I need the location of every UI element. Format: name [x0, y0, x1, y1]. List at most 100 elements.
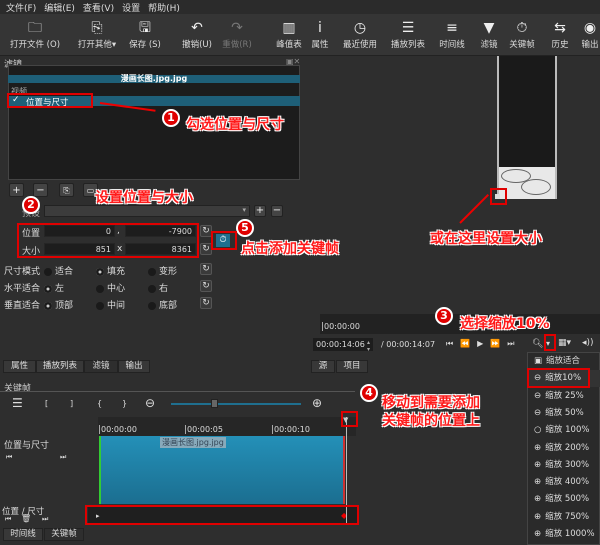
toolbar-button-2[interactable]: 🖫 保存 (S): [129, 18, 161, 50]
zoom-menu-item[interactable]: ⊕ 缩放 400%: [528, 474, 600, 491]
zoom-item-icon: ⊕: [534, 442, 542, 453]
delete-preset-button[interactable]: −: [271, 205, 283, 217]
skip-start-icon[interactable]: ⏮: [446, 339, 460, 348]
zoom-item-icon: ⊖: [534, 390, 542, 401]
trim-out-button[interactable]: ]: [70, 399, 73, 408]
remove-filter-button[interactable]: −: [33, 183, 48, 197]
tab-timeline[interactable]: 时间线: [3, 528, 43, 541]
tab-export[interactable]: 输出: [118, 360, 150, 373]
h_fit-label: 水平适合: [4, 284, 41, 294]
peak-meter-icon: ▥: [282, 20, 296, 36]
radio-icon[interactable]: [44, 267, 52, 276]
toolbar-button-11[interactable]: ⏱ 关键帧: [509, 18, 535, 50]
zoom-menu-item[interactable]: ⊖ 缩放 50%: [528, 405, 600, 422]
rewind-icon[interactable]: ⏪: [460, 339, 477, 348]
tab-project[interactable]: 项目: [336, 360, 368, 373]
param-next-icon[interactable]: ⏭: [42, 515, 48, 524]
toolbar-button-7[interactable]: ◷ 最近使用: [343, 18, 377, 50]
v_fit-radio-2[interactable]: 底部: [148, 298, 177, 311]
zoom-menu-item[interactable]: ⊕ 缩放 750%: [528, 509, 600, 526]
menu-icon[interactable]: ☰: [12, 396, 23, 410]
trim-in-button[interactable]: [: [45, 399, 48, 408]
reset-h_fit-icon[interactable]: ↻: [200, 280, 212, 292]
menu-settings[interactable]: 设置: [122, 1, 140, 14]
toolbar-button-0[interactable]: 🗀 打开文件 (O): [10, 18, 60, 50]
reset-v_fit-icon[interactable]: ↻: [200, 297, 212, 309]
add-filter-button[interactable]: +: [9, 183, 24, 197]
toolbar-label: 重做(R): [222, 40, 252, 50]
zoom-out-icon[interactable]: ⊖: [145, 396, 155, 410]
size_mode-radio-2[interactable]: 变形: [148, 264, 177, 277]
toolbar-label: 打开其他▾: [77, 40, 117, 50]
current-time-input[interactable]: 00:00:14:06: [313, 338, 373, 351]
size_mode-radio-0[interactable]: 适合: [44, 264, 73, 277]
zoom-slider[interactable]: [171, 403, 301, 405]
anim-out-button[interactable]: }: [122, 399, 127, 408]
toolbar-button-9[interactable]: ≡ 时间线: [439, 18, 465, 50]
skip-end-icon[interactable]: ⏭: [507, 339, 521, 348]
tab-playlist[interactable]: 播放列表: [36, 360, 84, 373]
toolbar-button-8[interactable]: ☰ 播放列表: [391, 18, 425, 50]
radio-icon[interactable]: [44, 301, 52, 310]
toolbar-button-6[interactable]: i 属性: [311, 18, 328, 50]
toolbar-button-10[interactable]: ▼ 滤镜: [480, 18, 497, 50]
zoom-menu-item[interactable]: ⊕ 缩放 200%: [528, 440, 600, 457]
tab-filters[interactable]: 滤镜: [84, 360, 118, 373]
v_fit-radio-1[interactable]: 中间: [96, 298, 125, 311]
ruler-tick-0: 00:00:00: [99, 425, 137, 434]
zoom-menu-item[interactable]: ⊕ 缩放 500%: [528, 491, 600, 508]
list-icon: ☰: [401, 20, 415, 36]
prev-keyframe-icon[interactable]: ⏮: [6, 453, 12, 462]
radio-icon[interactable]: [44, 284, 52, 293]
radio-icon[interactable]: [148, 284, 156, 293]
h_fit-radio-2[interactable]: 右: [148, 281, 168, 294]
radio-icon[interactable]: [96, 267, 104, 276]
clip-name-bar: 漫画长图.jpg.jpg: [8, 75, 300, 83]
toolbar-button-3[interactable]: ↶ 撤销(U): [182, 18, 212, 50]
reset-size_mode-icon[interactable]: ↻: [200, 263, 212, 275]
toolbar-button-12[interactable]: ⇆ 历史: [551, 18, 568, 50]
h_fit-radio-1[interactable]: 中心: [96, 281, 125, 294]
zoom-menu-item[interactable]: ⊕ 缩放 1000%: [528, 526, 600, 543]
tab-keyframes[interactable]: 关键帧: [44, 528, 84, 541]
save-preset-button[interactable]: +: [254, 205, 266, 217]
h_fit-radio-0[interactable]: 左: [44, 281, 64, 294]
toolbar-button-5[interactable]: ▥ 峰值表: [276, 18, 302, 50]
play-icon[interactable]: ▶: [477, 339, 490, 348]
zoom-item-icon: ⊕: [534, 511, 542, 522]
radio-icon[interactable]: [148, 267, 156, 276]
tab-properties[interactable]: 属性: [3, 360, 36, 373]
toolbar-button-1[interactable]: ⎘ 打开其他▾: [78, 18, 116, 50]
clip-label: 漫画长图.jpg.jpg: [160, 437, 226, 448]
zoom-menu-item[interactable]: ⊖ 缩放 25%: [528, 388, 600, 405]
zoom-item-label: 缩放 400%: [545, 477, 590, 488]
zoom-slider-handle[interactable]: [211, 399, 218, 408]
v_fit-radio-0[interactable]: 顶部: [44, 298, 73, 311]
toolbar-button-4[interactable]: ↷ 重做(R): [222, 18, 252, 50]
menu-file[interactable]: 文件(F): [6, 1, 36, 14]
zoom-in-icon[interactable]: ⊕: [312, 396, 322, 410]
grid-icon[interactable]: ▦▾: [558, 338, 571, 348]
copy-filter-button[interactable]: ⎘: [59, 183, 74, 197]
zoom-menu-item[interactable]: ○ 缩放 100%: [528, 422, 600, 439]
param-prev-icon[interactable]: ⏮: [5, 515, 11, 524]
radio-icon[interactable]: [96, 301, 104, 310]
volume-icon[interactable]: ◂)): [582, 338, 594, 348]
menu-help[interactable]: 帮助(H): [148, 1, 180, 14]
menu-edit[interactable]: 编辑(E): [44, 1, 75, 14]
annotation-box-1: [7, 93, 93, 108]
fast-forward-icon[interactable]: ⏩: [490, 339, 507, 348]
toolbar-button-13[interactable]: ◉ 输出: [581, 18, 598, 50]
radio-icon[interactable]: [96, 284, 104, 293]
zoom-menu-item[interactable]: ⊕ 缩放 300%: [528, 457, 600, 474]
anim-in-button[interactable]: {: [97, 399, 102, 408]
zoom-icon[interactable]: 🔍︎: [532, 339, 543, 349]
tab-source[interactable]: 源: [311, 360, 335, 373]
radio-icon[interactable]: [148, 301, 156, 310]
menu-view[interactable]: 查看(V): [83, 1, 114, 14]
delete-keyframe-icon[interactable]: 🗑︎: [21, 514, 31, 523]
next-keyframe-icon[interactable]: ⏭: [60, 453, 66, 462]
time-spinner-icon[interactable]: ▴ ▾: [367, 339, 370, 353]
toolbar-label: 打开文件 (O): [9, 40, 61, 50]
size_mode-radio-1[interactable]: 填充: [96, 264, 125, 277]
